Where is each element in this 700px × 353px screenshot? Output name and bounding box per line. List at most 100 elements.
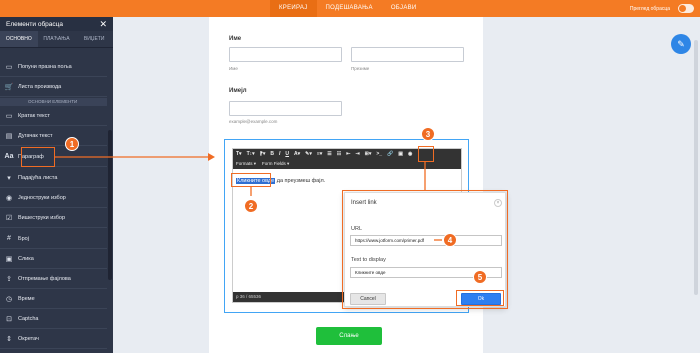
selected-text-highlight — [231, 173, 271, 187]
bullet-list-icon[interactable]: ☰ — [327, 151, 331, 157]
step-badge-3: 3 — [421, 127, 435, 141]
captcha-icon: ⊡ — [6, 315, 12, 323]
preview-toggle[interactable] — [678, 4, 694, 13]
underline-icon[interactable]: U — [285, 151, 289, 157]
step-badge-5: 5 — [473, 270, 487, 284]
tab-payments[interactable]: ПЛАЋАЊА — [38, 31, 76, 47]
long-text-icon: ▤ — [5, 132, 13, 140]
sidebar-header: Елементи обрасца ✕ — [0, 17, 113, 31]
tab-settings[interactable]: ПОДЕШАВАЊА — [317, 0, 382, 17]
email-input[interactable] — [229, 101, 342, 116]
number-icon: # — [7, 235, 11, 242]
sidebar-item-label: Вишеструки избор — [18, 214, 66, 221]
sidebar-item-single-choice[interactable]: ◉ Једноструки избор — [0, 188, 107, 208]
section-basic-elements: ОСНОВНИ ЕЛЕМЕНТИ — [0, 98, 107, 106]
sidebar-item-label: Број — [18, 235, 29, 242]
sidebar-item-label: Једноструки избор — [18, 194, 66, 201]
first-name-input[interactable] — [229, 47, 342, 62]
numbered-list-icon[interactable]: ☷ — [337, 151, 341, 157]
sidebar-item-file-upload[interactable]: ⇪ Отпремање фајлова — [0, 269, 107, 289]
upload-icon: ⇪ — [6, 275, 12, 283]
dropdown-icon: ▾ — [7, 174, 11, 182]
tab-build[interactable]: КРЕИРАЈ — [270, 0, 317, 17]
sidebar-item-captcha[interactable]: ⊡ Captcha — [0, 309, 107, 329]
paragraph-highlight — [21, 147, 55, 167]
editor-text-rest: да преузмеш фајл. — [276, 178, 326, 184]
sidebar-item-number[interactable]: # Број — [0, 229, 107, 249]
sidebar-item-fill-blank[interactable]: ▭ Попуни празна поља — [0, 57, 107, 77]
fill-blank-icon: ▭ — [5, 63, 13, 71]
styles-icon[interactable]: ⁋▾ — [260, 151, 266, 157]
step-badge-1: 1 — [65, 137, 79, 151]
sidebar-item-label: Кратак текст — [18, 112, 50, 119]
bold-icon[interactable]: B — [270, 151, 274, 157]
paragraph-icon: Aa — [4, 153, 14, 160]
formats-menu[interactable]: Formats ▾ — [236, 161, 256, 167]
toolbar-row2: Formats ▾ Form Fields ▾ — [236, 161, 289, 167]
font-family-icon[interactable]: T▾ — [236, 151, 242, 157]
sidebar-item-label: Време — [18, 295, 35, 302]
sidebar-scrollbar[interactable] — [108, 130, 112, 280]
email-field-title: Имејл — [229, 88, 247, 94]
italic-icon[interactable]: I — [279, 151, 280, 157]
link-icon[interactable]: 🔗 — [387, 151, 393, 157]
top-bar: КРЕИРАЈ ПОДЕШАВАЊА ОБЈАВИ Преглед обрасц… — [0, 0, 700, 17]
preview-label: Преглед обрасца — [629, 6, 670, 12]
image-insert-icon[interactable]: ▣ — [398, 151, 403, 157]
ok-button-highlight — [456, 290, 504, 306]
tab-publish[interactable]: ОБЈАВИ — [382, 0, 426, 17]
font-size-icon[interactable]: T↕▾ — [247, 151, 255, 157]
link-icon-highlight — [418, 146, 434, 162]
form-elements-sidebar: Елементи обрасца ✕ ОСНОВНО ПЛАЋАЊА ВИЏЕТ… — [0, 17, 113, 353]
sidebar-item-product-list[interactable]: 🛒 Листа производа — [0, 77, 107, 97]
cart-icon: 🛒 — [4, 83, 14, 91]
close-icon[interactable]: ✕ — [99, 19, 107, 29]
step-badge-4: 4 — [443, 233, 457, 247]
checkbox-icon: ☑ — [5, 214, 13, 222]
indent-icon[interactable]: ⇥ — [355, 151, 359, 157]
sidebar-item-label: Дугачак текст — [18, 132, 53, 139]
image-icon: ▣ — [5, 255, 13, 263]
sidebar-item-label: Слика — [18, 255, 34, 262]
code-icon[interactable]: >_ — [376, 151, 382, 157]
theme-designer-icon[interactable]: ✎ — [671, 34, 691, 54]
sidebar-item-label: Попуни празна поља — [18, 63, 72, 70]
tab-basic[interactable]: ОСНОВНО — [0, 31, 38, 47]
page-scrollbar[interactable] — [694, 40, 698, 295]
last-name-sublabel: Презиме — [351, 66, 370, 71]
sidebar-item-label: Листа производа — [18, 83, 62, 90]
highlight-icon[interactable]: ✎▾ — [305, 151, 312, 157]
email-sublabel: example@example.com — [229, 119, 278, 124]
sidebar-item-short-text[interactable]: ▭ Кратак текст — [0, 106, 107, 126]
align-icon[interactable]: ≡▾ — [317, 151, 322, 157]
top-tabs: КРЕИРАЈ ПОДЕШАВАЊА ОБЈАВИ — [270, 0, 426, 17]
sidebar-item-multiple-choice[interactable]: ☑ Вишеструки избор — [0, 208, 107, 228]
sidebar-item-label: Падајућа листа — [18, 174, 58, 181]
sidebar-item-spinner[interactable]: ⇕ Окретач — [0, 329, 107, 349]
table-icon[interactable]: ⊞▾ — [365, 151, 372, 157]
last-name-input[interactable] — [351, 47, 464, 62]
name-field-title: Име — [229, 36, 242, 42]
sidebar-item-label: Captcha — [18, 315, 39, 322]
sidebar-item-label: Отпремање фајлова — [18, 275, 71, 282]
first-name-sublabel: Име — [229, 66, 238, 71]
outdent-icon[interactable]: ⇤ — [346, 151, 350, 157]
sidebar-tabs: ОСНОВНО ПЛАЋАЊА ВИЏЕТИ — [0, 31, 113, 48]
sidebar-item-image[interactable]: ▣ Слика — [0, 249, 107, 269]
step-badge-2: 2 — [244, 199, 258, 213]
toolbar-icons: T▾ T↕▾ ⁋▾ B I U A▾ ✎▾ ≡▾ ☰ ☷ ⇤ ⇥ ⊞▾ >_ 🔗… — [236, 151, 412, 157]
spinner-icon: ⇕ — [6, 335, 12, 343]
sidebar-item-label: Окретач — [18, 335, 39, 342]
submit-button[interactable]: Слање — [316, 327, 382, 345]
sidebar-item-long-text[interactable]: ▤ Дугачак текст — [0, 126, 107, 146]
tab-widgets[interactable]: ВИЏЕТИ — [75, 31, 113, 47]
form-fields-menu[interactable]: Form Fields ▾ — [262, 161, 289, 167]
radio-icon: ◉ — [5, 194, 13, 202]
short-text-icon: ▭ — [5, 112, 13, 120]
sidebar-title: Елементи обрасца — [6, 20, 63, 28]
preview-eye-icon[interactable]: ◉ — [408, 151, 412, 157]
clock-icon: ◷ — [5, 295, 13, 303]
text-color-icon[interactable]: A▾ — [294, 151, 300, 157]
sidebar-item-time[interactable]: ◷ Време — [0, 289, 107, 309]
sidebar-item-dropdown[interactable]: ▾ Падајућа листа — [0, 168, 107, 188]
